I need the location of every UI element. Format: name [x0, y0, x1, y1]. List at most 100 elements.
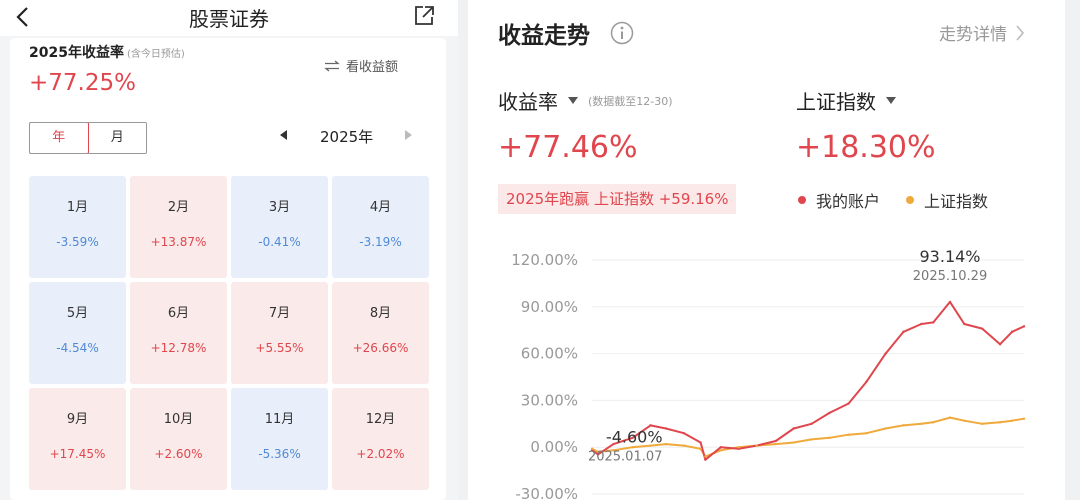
month-label: 7月 — [268, 306, 291, 321]
data-point — [981, 422, 984, 425]
annotation-date: 2025.10.29 — [913, 269, 987, 284]
data-point — [1010, 419, 1014, 422]
prev-year-icon[interactable] — [280, 130, 288, 140]
data-point — [664, 427, 668, 430]
tab-month[interactable]: 月 — [89, 123, 147, 153]
year-navigator: 2025年 — [280, 126, 416, 148]
month-cell[interactable]: 9月 +17.45% — [29, 388, 126, 490]
month-cell[interactable]: 5月 -4.54% — [29, 282, 126, 384]
rate-selector[interactable]: 收益率 (数据截至12-30) — [498, 86, 673, 115]
month-label: 4月 — [369, 200, 392, 215]
y-tick-label: 90.00% — [521, 298, 578, 316]
data-point — [1010, 330, 1014, 333]
month-cell[interactable]: 1月 -3.59% — [29, 176, 126, 278]
return-trend-chart: 120.00% 90.00% 60.00% 30.00% 0.00% -30.00% -4.… — [511, 247, 1026, 500]
index-value: +18.30% — [796, 130, 936, 165]
year-rate-title: 2025年收益率 (含今日预估) — [29, 42, 185, 62]
month-return: -3.19% — [359, 235, 402, 249]
outperform-badge: 2025年跑赢 上证指数 +59.16% — [498, 184, 737, 214]
data-point — [920, 422, 923, 425]
data-point — [699, 447, 702, 450]
data-point — [682, 444, 686, 447]
data-point — [963, 322, 966, 326]
swap-icon — [324, 60, 340, 71]
year-rate-value: +77.25% — [29, 70, 136, 96]
data-point — [719, 449, 723, 452]
data-point — [719, 446, 723, 449]
y-tick-label: -30.00% — [515, 485, 578, 500]
data-point — [755, 444, 758, 447]
legend-item-index: 上证指数 — [906, 188, 988, 212]
month-return: +2.60% — [154, 447, 203, 461]
data-point — [932, 321, 935, 324]
data-point — [792, 427, 795, 430]
trend-detail-link[interactable]: 走势详情 — [939, 20, 1025, 45]
index-label: 上证指数 — [796, 90, 876, 114]
data-point — [847, 433, 850, 436]
legend-label-account: 我的账户 — [816, 192, 881, 211]
data-point — [998, 343, 1002, 346]
month-return: -5.36% — [258, 447, 301, 461]
right-panel: 收益走势 走势详情 收益率 (数据截至12-30) 上证指数 +77.46% +… — [468, 0, 1065, 500]
month-cell[interactable]: 10月 +2.60% — [130, 388, 227, 490]
index-selector[interactable]: 上证指数 — [796, 86, 896, 115]
legend-dot-account — [798, 196, 806, 204]
chart-legend: 我的账户 上证指数 — [798, 188, 1006, 212]
data-point — [1022, 325, 1026, 328]
tab-year[interactable]: 年 — [30, 123, 89, 153]
month-cell[interactable]: 12月 +2.02% — [332, 388, 429, 490]
data-point — [774, 439, 777, 443]
legend-item-account: 我的账户 — [798, 188, 880, 212]
month-return: +5.55% — [255, 341, 304, 355]
month-cell[interactable]: 2月 +13.87% — [130, 176, 227, 278]
month-return: +12.78% — [150, 341, 207, 355]
month-return: +26.66% — [352, 341, 409, 355]
share-icon[interactable] — [412, 4, 436, 28]
rate-label: 收益率 — [498, 90, 558, 114]
year-rate-title-text: 2025年收益率 — [29, 45, 124, 61]
data-point — [810, 422, 813, 425]
data-point — [948, 300, 952, 304]
data-point — [902, 330, 905, 333]
yearly-return-card: 2025年收益率 (含今日预估) +77.25% 看收益额 年 月 2025年 1… — [10, 38, 446, 500]
month-return: +13.87% — [150, 235, 207, 249]
data-point — [828, 411, 831, 415]
month-label: 1月 — [66, 200, 89, 215]
toggle-amount-label: 看收益额 — [346, 60, 399, 75]
legend-dot-index — [906, 196, 915, 204]
month-cell[interactable]: 7月 +5.55% — [231, 282, 328, 384]
month-label: 2月 — [167, 200, 190, 215]
month-label: 12月 — [365, 412, 396, 427]
period-segmented-control: 年 月 — [29, 122, 147, 154]
data-point — [649, 424, 652, 427]
toggle-amount-button[interactable]: 看收益额 — [324, 56, 398, 75]
month-label: 8月 — [369, 306, 392, 321]
month-label: 9月 — [66, 412, 89, 427]
data-point — [981, 327, 984, 330]
trend-detail-label: 走势详情 — [939, 25, 1007, 45]
rate-note: (数据截至12-30) — [588, 94, 673, 108]
month-cell[interactable]: 3月 -0.41% — [231, 176, 328, 278]
annotation-date: 2025.01.07 — [588, 449, 662, 464]
month-cell[interactable]: 6月 +12.78% — [130, 282, 227, 384]
month-cell[interactable]: 8月 +26.66% — [332, 282, 429, 384]
y-tick-label: 30.00% — [521, 391, 578, 409]
data-point — [792, 441, 795, 444]
data-point — [1022, 417, 1026, 420]
month-label: 3月 — [268, 200, 291, 215]
data-point — [847, 402, 850, 405]
month-label: 11月 — [264, 412, 295, 427]
data-point — [865, 380, 868, 383]
month-return: -4.54% — [56, 341, 99, 355]
data-point — [704, 455, 707, 458]
data-point — [920, 322, 923, 326]
caret-down-icon — [568, 96, 578, 104]
info-icon[interactable] — [610, 21, 634, 45]
top-bar: 股票证券 — [0, 0, 458, 36]
data-point — [682, 431, 686, 435]
data-point — [998, 421, 1002, 424]
month-return: +17.45% — [49, 447, 106, 461]
next-year-icon[interactable] — [404, 130, 412, 140]
month-cell[interactable]: 11月 -5.36% — [231, 388, 328, 490]
month-cell[interactable]: 4月 -3.19% — [332, 176, 429, 278]
